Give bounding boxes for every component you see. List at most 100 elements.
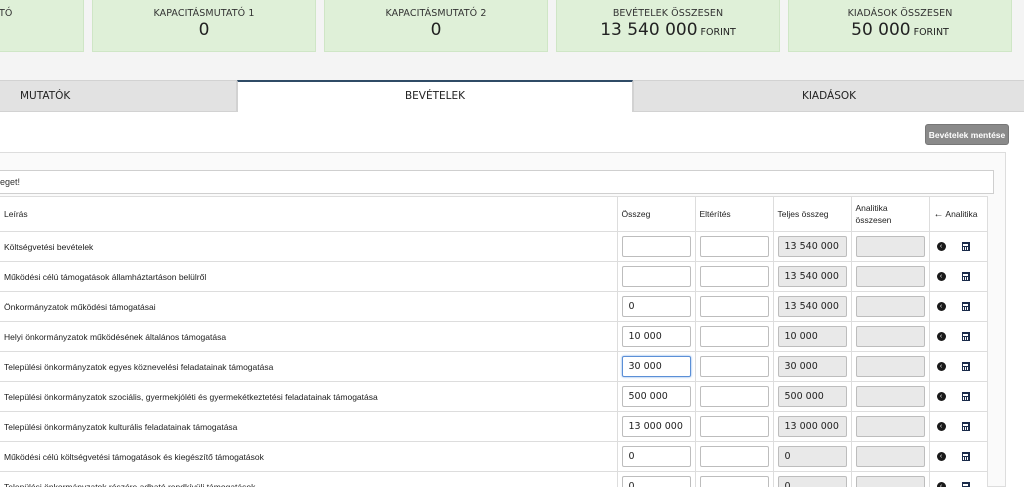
deviation-cell <box>694 411 774 442</box>
calculator-icon[interactable] <box>961 242 970 251</box>
total-cell <box>772 441 852 472</box>
total-cell <box>772 381 852 412</box>
arrow-left-icon[interactable]: ‹ <box>936 482 946 487</box>
header-analytics-total: Analitika összesen <box>850 196 930 232</box>
analytics-total-cell <box>850 471 930 487</box>
deviation-cell <box>694 381 774 412</box>
total-field <box>777 416 847 437</box>
total-field <box>777 356 847 377</box>
arrow-left-icon: ← <box>933 208 944 220</box>
analytics-cell: ‹ <box>928 351 988 382</box>
deviation-cell <box>694 321 774 352</box>
row-description: Települési önkormányzatok kulturális fel… <box>0 411 618 442</box>
calculator-icon[interactable] <box>961 332 970 341</box>
arrow-left-icon[interactable]: ‹ <box>936 332 946 341</box>
total-cell <box>772 261 852 292</box>
card-value: 0 <box>198 20 210 40</box>
deviation-cell <box>694 261 774 292</box>
analytics-total-cell <box>850 321 930 352</box>
analytics-total-field <box>855 266 925 287</box>
analytics-total-cell <box>850 261 930 292</box>
table-row: Települési önkormányzatok részére adható… <box>0 471 988 487</box>
amount-cell <box>616 471 696 487</box>
amount-input[interactable] <box>621 266 691 287</box>
summary-cards: TÓ KAPACITÁSMUTATÓ 1 0 KAPACITÁSMUTATÓ 2… <box>0 0 1024 54</box>
deviation-cell <box>694 471 774 487</box>
tab-kiadasok[interactable]: KIADÁSOK <box>633 80 1024 112</box>
total-field <box>777 296 847 317</box>
amount-input[interactable] <box>621 296 691 317</box>
row-description: Települési önkormányzatok részére adható… <box>0 471 618 487</box>
total-cell <box>772 471 852 487</box>
total-field <box>777 476 847 487</box>
income-table: Leírás Összeg Eltérítés Teljes összeg An… <box>0 196 988 487</box>
analytics-cell: ‹ <box>928 471 988 487</box>
summary-card-income-total: BEVÉTELEK ÖSSZESEN 13 540 000 FORINT <box>556 0 780 52</box>
card-unit: FORINT <box>700 27 736 38</box>
deviation-input[interactable] <box>699 446 769 467</box>
analytics-total-field <box>855 446 925 467</box>
total-cell <box>772 231 852 262</box>
deviation-cell <box>694 291 774 322</box>
calculator-icon[interactable] <box>961 482 970 487</box>
card-label: KIADÁSOK ÖSSZESEN <box>847 8 953 19</box>
amount-input[interactable] <box>621 446 691 467</box>
amount-cell <box>616 321 696 352</box>
row-description: Költségvetési bevételek <box>0 231 618 262</box>
deviation-input[interactable] <box>699 416 769 437</box>
amount-input[interactable] <box>621 386 691 407</box>
amount-cell <box>616 261 696 292</box>
calculator-icon[interactable] <box>961 302 970 311</box>
card-label: TÓ <box>0 8 13 19</box>
arrow-left-icon[interactable]: ‹ <box>936 392 946 401</box>
summary-card-partial: TÓ <box>0 0 84 52</box>
deviation-input[interactable] <box>699 236 769 257</box>
card-label: KAPACITÁSMUTATÓ 2 <box>385 8 487 19</box>
analytics-cell: ‹ <box>928 411 988 442</box>
summary-card-capacity-2: KAPACITÁSMUTATÓ 2 0 <box>324 0 548 52</box>
deviation-input[interactable] <box>699 356 769 377</box>
calculator-icon[interactable] <box>961 392 970 401</box>
row-description: Települési önkormányzatok szociális, gye… <box>0 381 618 412</box>
amount-input[interactable] <box>621 356 691 377</box>
deviation-input[interactable] <box>699 326 769 347</box>
calculator-icon[interactable] <box>961 452 970 461</box>
deviation-input[interactable] <box>699 386 769 407</box>
arrow-left-icon[interactable]: ‹ <box>936 302 946 311</box>
deviation-input[interactable] <box>699 296 769 317</box>
amount-input[interactable] <box>621 236 691 257</box>
deviation-input[interactable] <box>699 476 769 487</box>
analytics-total-field <box>855 296 925 317</box>
row-description: Helyi önkormányzatok működésének általán… <box>0 321 618 352</box>
header-analytics: ← Analitika <box>928 196 988 232</box>
amount-input[interactable] <box>621 416 691 437</box>
analytics-cell: ‹ <box>928 231 988 262</box>
arrow-left-icon[interactable]: ‹ <box>936 422 946 431</box>
notice-field: eget! <box>0 170 994 194</box>
table-row: Helyi önkormányzatok működésének általán… <box>0 321 988 352</box>
arrow-left-icon[interactable]: ‹ <box>936 452 946 461</box>
deviation-input[interactable] <box>699 266 769 287</box>
amount-input[interactable] <box>621 476 691 487</box>
analytics-total-cell <box>850 291 930 322</box>
total-cell <box>772 321 852 352</box>
summary-card-capacity-1: KAPACITÁSMUTATÓ 1 0 <box>92 0 316 52</box>
total-field <box>777 446 847 467</box>
calculator-icon[interactable] <box>961 362 970 371</box>
row-description: Működési célú támogatások államháztartás… <box>0 261 618 292</box>
amount-input[interactable] <box>621 326 691 347</box>
header-description: Leírás <box>0 196 618 232</box>
table-row: Működési célú támogatások államháztartás… <box>0 261 988 292</box>
analytics-cell: ‹ <box>928 321 988 352</box>
arrow-left-icon[interactable]: ‹ <box>936 362 946 371</box>
save-income-button[interactable]: Bevételek mentése <box>925 124 1009 145</box>
tab-bevetelek[interactable]: BEVÉTELEK <box>237 80 633 112</box>
calculator-icon[interactable] <box>961 422 970 431</box>
arrow-left-icon[interactable]: ‹ <box>936 272 946 281</box>
calculator-icon[interactable] <box>961 272 970 281</box>
arrow-left-icon[interactable]: ‹ <box>936 242 946 251</box>
card-label: KAPACITÁSMUTATÓ 1 <box>153 8 255 19</box>
table-row: Költségvetési bevételek ‹ <box>0 231 988 262</box>
tab-mutatok[interactable]: MUTATÓK <box>0 80 237 112</box>
table-row: Települési önkormányzatok egyes köznevel… <box>0 351 988 382</box>
